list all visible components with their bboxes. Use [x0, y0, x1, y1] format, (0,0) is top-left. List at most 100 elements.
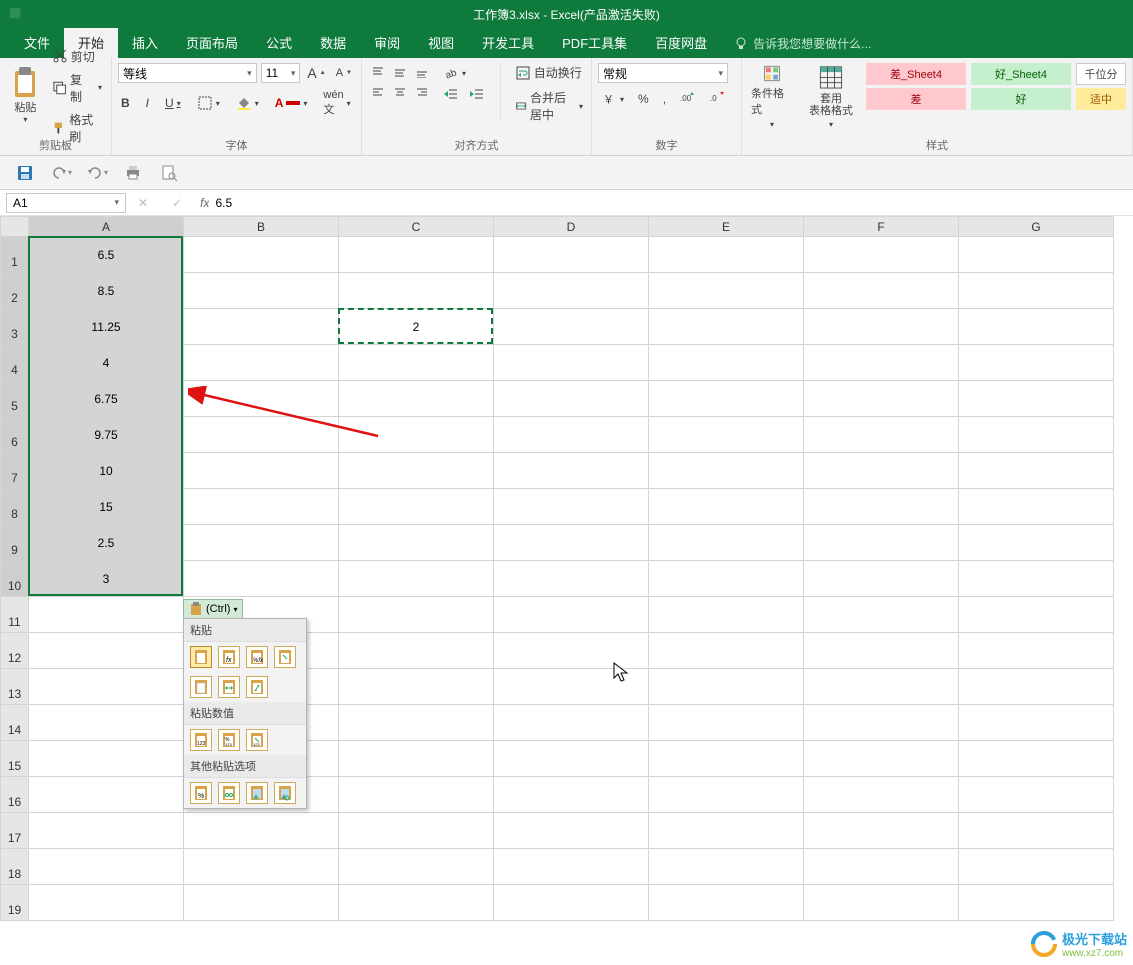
increase-indent-button[interactable] [466, 85, 488, 105]
cell[interactable]: 4 [29, 345, 184, 381]
cell[interactable] [494, 777, 649, 813]
cell[interactable] [29, 849, 184, 885]
row-header[interactable]: 7 [1, 453, 29, 489]
cell[interactable] [184, 849, 339, 885]
paste-picture-button[interactable] [246, 782, 268, 804]
cell[interactable] [959, 345, 1114, 381]
menu-pdf[interactable]: PDF工具集 [548, 27, 641, 58]
conditional-format-button[interactable]: 条件格式▾ [748, 63, 796, 131]
cell[interactable] [959, 381, 1114, 417]
cell[interactable] [339, 741, 494, 777]
align-center-button[interactable] [390, 83, 410, 101]
cell[interactable] [959, 885, 1114, 921]
cell[interactable]: 6.5 [29, 237, 184, 273]
cell[interactable] [804, 381, 959, 417]
decrease-font-button[interactable]: A▼ [333, 65, 355, 81]
cell[interactable] [494, 561, 649, 597]
column-header[interactable]: C [339, 217, 494, 237]
cell[interactable] [339, 777, 494, 813]
column-header[interactable]: F [804, 217, 959, 237]
underline-button[interactable]: U▾ [162, 94, 184, 112]
copy-button[interactable]: 复制▾ [49, 69, 105, 107]
row-header[interactable]: 14 [1, 705, 29, 741]
cell[interactable] [804, 345, 959, 381]
cell[interactable] [804, 489, 959, 525]
style-good-sheet4[interactable]: 好_Sheet4 [971, 63, 1071, 85]
menu-review[interactable]: 审阅 [360, 27, 414, 58]
paste-link-button[interactable] [218, 782, 240, 804]
paste-formulas-button[interactable]: fx [218, 646, 240, 668]
cell[interactable] [959, 741, 1114, 777]
cell[interactable] [494, 237, 649, 273]
cell[interactable] [494, 453, 649, 489]
cell[interactable] [804, 777, 959, 813]
cell[interactable]: 10 [29, 453, 184, 489]
fx-icon[interactable]: fx [200, 196, 209, 210]
cell[interactable] [29, 741, 184, 777]
row-header[interactable]: 9 [1, 525, 29, 561]
cell[interactable] [29, 813, 184, 849]
cell[interactable] [649, 741, 804, 777]
cell[interactable] [184, 885, 339, 921]
save-button[interactable] [14, 162, 36, 184]
increase-decimal-button[interactable]: .00 [677, 89, 699, 109]
paste-values-button[interactable]: 123 [190, 729, 212, 751]
cell[interactable] [339, 849, 494, 885]
cell[interactable] [29, 597, 184, 633]
format-table-button[interactable]: 套用 表格格式▾ [804, 63, 858, 131]
cell[interactable] [184, 813, 339, 849]
cell[interactable] [959, 777, 1114, 813]
font-color-button[interactable]: A▾ [272, 94, 311, 112]
cell[interactable] [184, 309, 339, 345]
print-button[interactable] [122, 162, 144, 184]
cell[interactable] [339, 633, 494, 669]
cell[interactable] [959, 705, 1114, 741]
cell[interactable] [339, 705, 494, 741]
paste-options-tag[interactable]: (Ctrl) ▾ [183, 599, 243, 619]
cell[interactable] [494, 345, 649, 381]
cell[interactable] [804, 597, 959, 633]
cell[interactable] [184, 417, 339, 453]
cell[interactable] [959, 237, 1114, 273]
cell[interactable] [804, 669, 959, 705]
cell[interactable]: 2.5 [29, 525, 184, 561]
column-header[interactable]: D [494, 217, 649, 237]
cell[interactable] [959, 525, 1114, 561]
cell[interactable] [649, 417, 804, 453]
cell[interactable] [184, 237, 339, 273]
cell[interactable] [959, 453, 1114, 489]
comma-button[interactable]: , [660, 90, 669, 108]
wrap-text-button[interactable]: 自动换行 [513, 63, 585, 82]
print-preview-button[interactable] [158, 162, 180, 184]
formula-input[interactable] [209, 193, 1133, 213]
cell[interactable] [184, 273, 339, 309]
row-header[interactable]: 8 [1, 489, 29, 525]
cell[interactable]: 2 [339, 309, 494, 345]
cell[interactable] [959, 669, 1114, 705]
cell[interactable] [649, 777, 804, 813]
select-all-corner[interactable] [1, 217, 29, 237]
column-header[interactable]: A [29, 217, 184, 237]
cell[interactable] [339, 417, 494, 453]
cell[interactable] [804, 273, 959, 309]
number-format-select[interactable]: 常规▾ [598, 63, 728, 83]
cell[interactable]: 15 [29, 489, 184, 525]
cell[interactable] [804, 813, 959, 849]
cell[interactable] [494, 633, 649, 669]
cell[interactable] [494, 741, 649, 777]
paste-formulas-number-button[interactable]: %fx [246, 646, 268, 668]
cell[interactable]: 3 [29, 561, 184, 597]
cell[interactable] [804, 633, 959, 669]
row-header[interactable]: 16 [1, 777, 29, 813]
paste-keep-source-button[interactable] [274, 646, 296, 668]
cell[interactable] [339, 453, 494, 489]
cell[interactable] [184, 561, 339, 597]
cell[interactable] [339, 237, 494, 273]
cell[interactable] [494, 309, 649, 345]
cell[interactable] [339, 669, 494, 705]
menu-insert[interactable]: 插入 [118, 27, 172, 58]
align-middle-button[interactable] [390, 63, 410, 81]
currency-button[interactable]: ￥▾ [598, 89, 627, 109]
cell[interactable] [649, 885, 804, 921]
cell[interactable]: 11.25 [29, 309, 184, 345]
